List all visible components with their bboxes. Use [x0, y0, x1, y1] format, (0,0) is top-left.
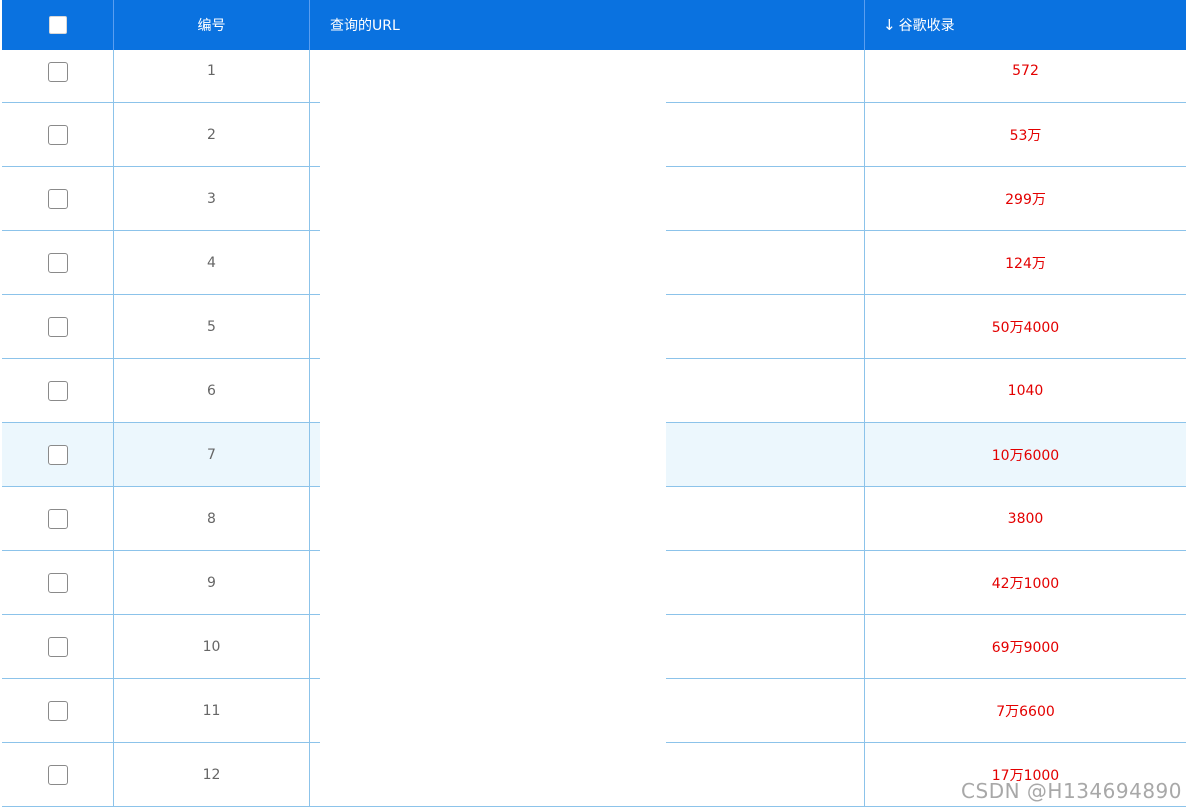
watermark: CSDN @H134694890: [961, 779, 1182, 803]
row-google-index: 50万4000: [991, 319, 1060, 336]
row-number: 2: [114, 103, 310, 166]
row-select-cell: [2, 551, 114, 614]
row-checkbox[interactable]: [47, 700, 68, 721]
row-select-cell: [2, 487, 114, 550]
header-url-label: 查询的URL: [330, 18, 400, 34]
row-google-index: 10万6000: [991, 447, 1060, 464]
table-bottom-border: [2, 806, 1186, 807]
row-checkbox[interactable]: [47, 316, 68, 337]
row-google-index: 42万1000: [991, 575, 1060, 592]
row-url: [310, 550, 865, 615]
url-redaction: [320, 50, 666, 103]
row-url: [310, 742, 865, 807]
header-google-index-label: 谷歌收录: [898, 18, 955, 34]
select-all-checkbox[interactable]: [48, 16, 67, 34]
table-body: 1 572 2 53万 3 299万 4 124万 5 50万4000 6 1040 7 10万6000 8…: [2, 50, 1186, 807]
url-redaction: [320, 486, 666, 551]
row-url: [310, 614, 865, 679]
row-google-index: 69万9000: [991, 639, 1060, 656]
table-row[interactable]: 8 3800: [2, 486, 1186, 551]
row-google-index: 3800: [1007, 510, 1044, 527]
row-number: 6: [114, 359, 310, 422]
table-row[interactable]: 4 124万: [2, 230, 1186, 295]
url-redaction: [320, 294, 666, 359]
header-number-label: 编号: [197, 18, 226, 34]
row-number: 7: [114, 423, 310, 486]
table-row[interactable]: 10 69万9000: [2, 614, 1186, 679]
row-number: 10: [114, 615, 310, 678]
row-url: [310, 230, 865, 295]
row-google-index: 1040: [1007, 382, 1044, 399]
row-number: 12: [114, 743, 310, 806]
row-checkbox[interactable]: [47, 636, 68, 657]
row-select-cell: [2, 50, 114, 102]
results-table: 编号 查询的URL ↓ 谷歌收录 1 572 2 53万 3 299万 4 124万 5 50万4…: [2, 0, 1186, 807]
row-number: 8: [114, 487, 310, 550]
url-redaction: [320, 358, 666, 423]
row-url: [310, 166, 865, 231]
table-row[interactable]: 1 572: [2, 50, 1186, 103]
row-number: 4: [114, 231, 310, 294]
row-url: [310, 486, 865, 551]
header-url[interactable]: 查询的URL: [310, 0, 865, 50]
row-checkbox[interactable]: [47, 62, 68, 82]
header-select-cell: [2, 0, 114, 50]
row-checkbox[interactable]: [47, 252, 68, 273]
url-redaction: [320, 422, 666, 487]
url-redaction: [320, 614, 666, 679]
row-select-cell: [2, 103, 114, 166]
row-select-cell: [2, 679, 114, 742]
table-header: 编号 查询的URL ↓ 谷歌收录: [2, 0, 1186, 50]
row-select-cell: [2, 423, 114, 486]
sort-arrow-down-icon: ↓: [883, 16, 896, 34]
row-number: 5: [114, 295, 310, 358]
row-select-cell: [2, 359, 114, 422]
url-redaction: [320, 230, 666, 295]
row-number: 9: [114, 551, 310, 614]
table-row[interactable]: 2 53万: [2, 102, 1186, 167]
row-url: [310, 50, 865, 103]
row-number: 3: [114, 167, 310, 230]
row-select-cell: [2, 231, 114, 294]
row-select-cell: [2, 295, 114, 358]
row-url: [310, 422, 865, 487]
row-google-index: 124万: [1005, 255, 1046, 272]
table-row[interactable]: 11 7万6600: [2, 678, 1186, 743]
url-redaction: [320, 678, 666, 743]
row-select-cell: [2, 615, 114, 678]
url-redaction: [320, 550, 666, 615]
table-row[interactable]: 3 299万: [2, 166, 1186, 231]
url-redaction: [320, 102, 666, 167]
row-url: [310, 102, 865, 167]
row-google-index: 53万: [1009, 127, 1042, 144]
table-row[interactable]: 5 50万4000: [2, 294, 1186, 359]
row-google-index: 572: [1012, 63, 1039, 79]
row-select-cell: [2, 167, 114, 230]
header-google-index[interactable]: ↓ 谷歌收录: [865, 0, 1186, 50]
row-url: [310, 678, 865, 743]
row-google-index: 7万6600: [996, 703, 1055, 720]
url-redaction: [320, 166, 666, 231]
row-url: [310, 358, 865, 423]
row-checkbox[interactable]: [47, 572, 68, 593]
row-select-cell: [2, 743, 114, 806]
row-checkbox[interactable]: [47, 124, 68, 145]
row-number: 1: [114, 50, 310, 102]
row-checkbox[interactable]: [47, 508, 68, 529]
table-row[interactable]: 7 10万6000: [2, 422, 1186, 487]
table-row[interactable]: 6 1040: [2, 358, 1186, 423]
header-number[interactable]: 编号: [114, 0, 310, 50]
row-url: [310, 294, 865, 359]
row-checkbox[interactable]: [47, 444, 68, 465]
row-google-index: 299万: [1005, 191, 1046, 208]
row-checkbox[interactable]: [47, 764, 68, 785]
row-checkbox[interactable]: [47, 380, 68, 401]
table-row[interactable]: 9 42万1000: [2, 550, 1186, 615]
row-number: 11: [114, 679, 310, 742]
url-redaction: [320, 742, 666, 807]
row-checkbox[interactable]: [47, 188, 68, 209]
